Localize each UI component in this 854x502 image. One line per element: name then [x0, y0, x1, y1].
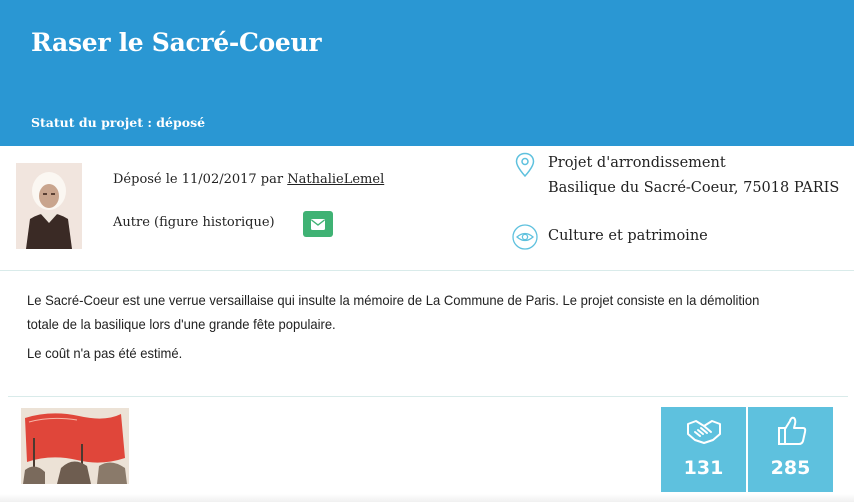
- project-image[interactable]: [21, 408, 129, 484]
- project-status: Statut du projet : déposé: [31, 115, 206, 130]
- contact-author-button[interactable]: [303, 211, 333, 237]
- project-description: Le Sacré-Coeur est une verrue versaillai…: [27, 292, 760, 332]
- location-type: Projet d'arrondissement: [548, 155, 726, 171]
- divider: [0, 270, 854, 271]
- page-title: Raser le Sacré-Coeur: [31, 28, 322, 57]
- support-count: 131: [683, 457, 724, 479]
- author-link[interactable]: NathalieLemel: [287, 172, 384, 187]
- project-header: Raser le Sacré-Coeur Statut du projet : …: [0, 0, 854, 146]
- location-address: Basilique du Sacré-Coeur, 75018 PARIS: [548, 180, 840, 196]
- handshake-icon: [687, 420, 721, 444]
- like-count: 285: [770, 457, 811, 479]
- envelope-icon: [311, 218, 325, 230]
- thumbs-up-icon: [778, 416, 807, 445]
- eye-icon: [512, 224, 538, 250]
- deposit-prefix: Déposé le 11/02/2017 par: [113, 172, 288, 187]
- map-pin-icon: [515, 152, 535, 178]
- deposit-info: Déposé le 11/02/2017 par NathalieLemel: [113, 172, 384, 187]
- project-theme: Culture et patrimoine: [548, 228, 708, 244]
- page-bottom-shadow: [0, 494, 854, 502]
- divider: [8, 396, 848, 397]
- author-avatar[interactable]: [16, 163, 82, 249]
- like-vote-button[interactable]: 285: [748, 407, 833, 492]
- support-vote-button[interactable]: 131: [661, 407, 746, 492]
- author-category: Autre (figure historique): [113, 215, 275, 230]
- project-cost: Le coût n'a pas été estimé.: [27, 345, 183, 361]
